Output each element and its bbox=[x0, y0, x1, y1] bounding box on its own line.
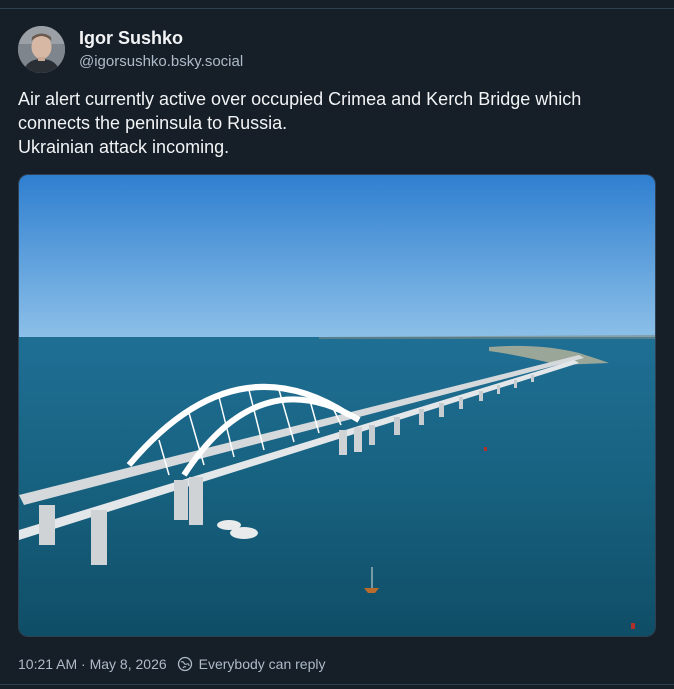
post-text-line: Ukrainian attack incoming. bbox=[18, 137, 230, 157]
post-image[interactable] bbox=[18, 174, 656, 637]
reply-setting[interactable]: Everybody can reply bbox=[199, 656, 326, 672]
post-text: Air alert currently active over occupied… bbox=[18, 87, 658, 159]
bridge-photo bbox=[19, 175, 655, 636]
avatar[interactable] bbox=[18, 26, 65, 73]
post-text-line: connects the peninsula to Russia. bbox=[18, 113, 288, 133]
author-handle[interactable]: @igorsushko.bsky.social bbox=[79, 53, 243, 70]
avatar-photo bbox=[18, 26, 65, 73]
top-divider bbox=[0, 8, 674, 9]
timestamp[interactable]: 10:21 AM · May 8, 2026 bbox=[18, 656, 167, 672]
globe-reply-icon bbox=[177, 656, 193, 672]
post-meta: 10:21 AM · May 8, 2026 Everybody can rep… bbox=[18, 656, 325, 672]
author-name[interactable]: Igor Sushko bbox=[79, 28, 183, 49]
bottom-divider bbox=[0, 684, 674, 685]
post-text-line: Air alert currently active over occupied… bbox=[18, 89, 582, 109]
